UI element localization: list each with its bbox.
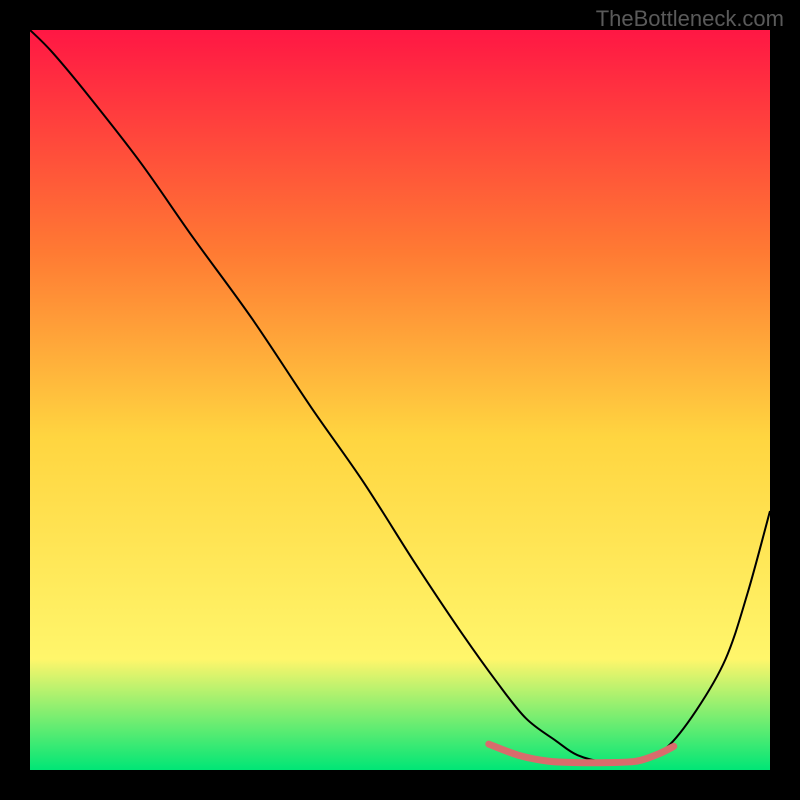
- chart-container: TheBottleneck.com: [0, 0, 800, 800]
- watermark-text: TheBottleneck.com: [596, 6, 784, 32]
- gradient-bg: [30, 30, 770, 770]
- plot-area: [30, 30, 770, 770]
- chart-svg: [30, 30, 770, 770]
